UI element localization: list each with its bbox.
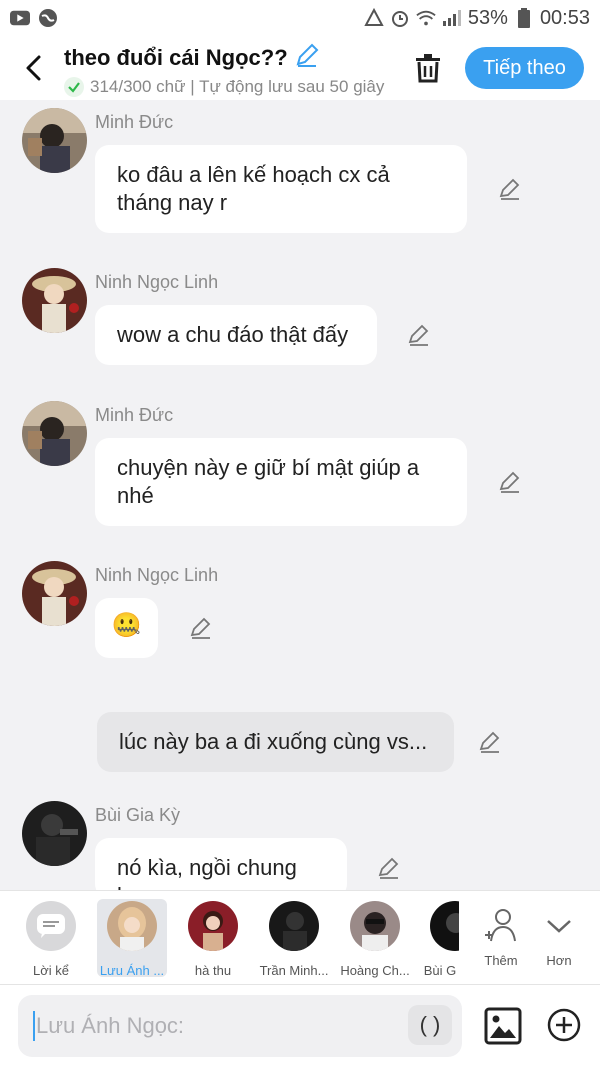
image-button[interactable] (484, 1007, 522, 1045)
avatar[interactable] (22, 108, 87, 173)
youtube-icon (10, 8, 30, 28)
message-bubble[interactable]: 🤐 (95, 598, 158, 658)
edit-icon[interactable] (497, 176, 523, 202)
message-input[interactable] (36, 1011, 406, 1041)
character-name: hà thu (194, 963, 232, 978)
text-cursor (33, 1011, 35, 1041)
character-narrator[interactable]: Lời kể (16, 899, 86, 978)
character-hoang-ch[interactable]: Hoàng Ch... (340, 899, 410, 978)
character-name: Hoàng Ch... (340, 963, 410, 978)
message-bubble[interactable]: ko đâu a lên kế hoạch cx cả tháng nay r (95, 145, 467, 233)
message-bubble[interactable]: wow a chu đáo thật đấy (95, 305, 377, 365)
edit-icon[interactable] (497, 469, 523, 495)
add-person-icon (476, 901, 526, 951)
sender-name: Minh Đức (95, 112, 174, 132)
message-input-box[interactable]: ( ) (18, 995, 462, 1057)
title-area: theo đuổi cái Ngọc?? 314/300 chữ | Tự độ… (64, 42, 394, 97)
edit-icon[interactable] (188, 615, 214, 641)
input-bar: ( ) (0, 984, 600, 1067)
add-button[interactable] (546, 1007, 582, 1043)
character-bar: Lời kể Lưu Ánh ... hà thu Trần Minh... H… (0, 890, 600, 984)
avatar (188, 901, 238, 951)
signal-icon (442, 8, 462, 28)
header: theo đuổi cái Ngọc?? 314/300 chữ | Tự độ… (0, 36, 600, 100)
parenthesis-button[interactable]: ( ) (408, 1005, 452, 1045)
alarm-icon (390, 8, 410, 28)
trash-icon (416, 54, 440, 83)
chevron-left-icon (26, 55, 41, 81)
page-title: theo đuổi cái Ngọc?? (64, 44, 288, 70)
back-button[interactable] (16, 50, 52, 86)
character-bui-g[interactable]: Bùi G (421, 899, 459, 977)
character-name: Trần Minh... (259, 963, 329, 978)
character-name: Bùi G (423, 963, 457, 977)
avatar (350, 901, 400, 951)
sender-name: Ninh Ngọc Linh (95, 565, 219, 585)
character-name: Lưu Ánh ... (99, 963, 165, 978)
battery-percent: 53% (467, 6, 508, 29)
clock: 00:53 (539, 6, 590, 29)
sender-name: Bùi Gia Kỳ (95, 805, 181, 825)
narration-bubble[interactable]: lúc này ba a đi xuống cùng vs... (97, 712, 454, 772)
globe-icon (38, 8, 58, 28)
edit-icon[interactable] (406, 162, 432, 188)
edit-icon[interactable] (406, 322, 432, 348)
avatar[interactable] (22, 268, 87, 333)
sender-name: Minh Đức (95, 405, 174, 425)
more-label: Hơn (546, 953, 572, 968)
delete-button[interactable] (410, 50, 446, 86)
next-button[interactable]: Tiếp theo (465, 47, 584, 89)
status-bar: 53% 00:53 (0, 0, 600, 36)
image-icon (484, 1007, 522, 1045)
chevron-down-icon (534, 901, 584, 951)
edit-icon[interactable] (477, 729, 503, 755)
avatar[interactable] (22, 401, 87, 466)
character-name: Lời kể (33, 963, 69, 978)
edit-icon[interactable] (376, 855, 402, 881)
battery-icon (514, 8, 534, 28)
more-button[interactable]: Hơn (524, 899, 594, 977)
check-icon (64, 77, 84, 97)
avatar (107, 901, 157, 951)
avatar (269, 901, 319, 951)
edit-title-icon[interactable] (294, 42, 320, 73)
character-tran-minh[interactable]: Trần Minh... (259, 899, 329, 978)
avatar[interactable] (22, 561, 87, 626)
avatar (430, 901, 459, 951)
message-bubble[interactable]: chuyện này e giữ bí mật giúp a nhé (95, 438, 467, 526)
plus-circle-icon (547, 1008, 581, 1042)
character-ha-thu[interactable]: hà thu (178, 899, 248, 978)
wifi-icon (416, 8, 436, 28)
avatar[interactable] (22, 801, 87, 866)
chat-area[interactable]: Minh Đức ko đâu a lên kế hoạch cx cả thá… (0, 100, 600, 890)
narrator-icon (26, 901, 76, 951)
sender-name: Ninh Ngọc Linh (95, 272, 219, 292)
character-luu-anh-ngoc[interactable]: Lưu Ánh ... (97, 899, 167, 978)
autosave-status: 314/300 chữ | Tự động lưu sau 50 giây (90, 77, 385, 96)
recycle-icon (364, 8, 384, 28)
message-bubble[interactable]: nó kìa, ngồi chung ko (95, 838, 347, 890)
